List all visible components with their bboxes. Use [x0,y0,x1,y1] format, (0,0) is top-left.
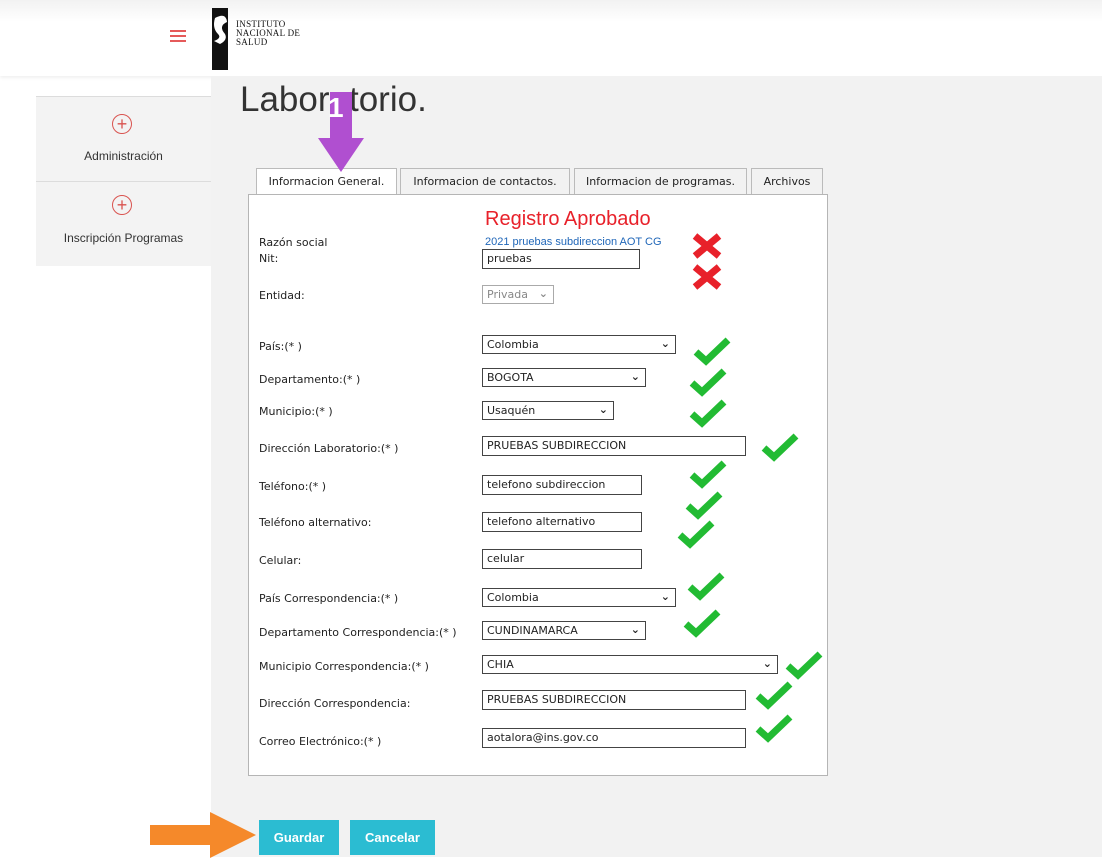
municipio-correspondencia-value: CHIA [487,658,514,671]
entidad-select: Privada ⌄ [482,285,554,304]
cancel-button[interactable]: Cancelar [350,820,435,855]
pais-label: País:(* ) [259,340,302,353]
nit-input[interactable]: pruebas [482,249,640,269]
pais-correspondencia-select[interactable]: Colombia ⌄ [482,588,676,607]
chevron-down-icon: ⌄ [598,403,608,416]
check-mark-icon [693,337,731,366]
check-mark-icon [785,651,823,680]
plus-circle-icon: + [112,195,132,215]
header-watermark [0,0,1102,22]
chevron-down-icon: ⌄ [538,287,548,300]
plus-circle-icon: + [112,114,132,134]
departamento-select[interactable]: BOGOTA ⌄ [482,368,646,387]
sidebar-item-inscripcion-programas[interactable]: + Inscripción Programas [36,182,211,266]
departamento-correspondencia-value: CUNDINAMARCA [487,624,578,637]
check-mark-icon [755,681,793,710]
pais-value: Colombia [487,338,539,351]
chevron-down-icon: ⌄ [762,657,772,670]
check-mark-icon [677,520,715,549]
check-mark-icon [761,433,799,462]
municipio-correspondencia-select[interactable]: CHIA ⌄ [482,655,778,674]
telefono-label: Teléfono:(* ) [259,480,327,493]
departamento-correspondencia-label: Departamento Correspondencia:(* ) [259,626,457,639]
logo-line-3: Salud [236,37,268,47]
departamento-correspondencia-select[interactable]: CUNDINAMARCA ⌄ [482,621,646,640]
municipio-label: Municipio:(* ) [259,405,333,418]
x-mark-icon [692,233,722,259]
tab-archivos[interactable]: Archivos [751,168,823,194]
logo-text: Instituto Nacional de Salud [236,20,300,47]
check-mark-icon [687,572,725,601]
tab-informacion-programas[interactable]: Informacion de programas. [574,168,747,194]
hamburger-menu-icon[interactable] [170,30,186,42]
direccion-laboratorio-input[interactable]: PRUEBAS SUBDIRECCION [482,436,746,456]
municipio-value: Usaquén [487,404,536,417]
entidad-label: Entidad: [259,289,305,302]
correo-electronico-label: Correo Electrónico:(* ) [259,735,382,748]
check-mark-icon [683,609,721,638]
razon-social-value: 2021 pruebas subdireccion AOT CG [485,236,662,248]
chevron-down-icon: ⌄ [630,623,640,636]
departamento-label: Departamento:(* ) [259,373,361,386]
celular-input[interactable]: celular [482,549,642,569]
sidebar: + Administración + Inscripción Programas [36,96,211,266]
correo-electronico-input[interactable]: aotalora@ins.gov.co [482,728,746,748]
chevron-down-icon: ⌄ [660,590,670,603]
direccion-correspondencia-input[interactable]: PRUEBAS SUBDIRECCION [482,690,746,710]
telefono-alternativo-label: Teléfono alternativo: [259,516,372,529]
entidad-value: Privada [487,288,528,301]
annotation-arrow-right-icon [150,812,256,858]
sidebar-item-label: Inscripción Programas [63,231,184,245]
check-mark-icon [689,368,727,397]
celular-label: Celular: [259,554,302,567]
annotation-step-number: 1 [328,92,344,123]
chevron-down-icon: ⌄ [630,370,640,383]
departamento-value: BOGOTA [487,371,534,384]
direccion-correspondencia-label: Dirección Correspondencia: [259,697,411,710]
check-mark-icon [689,460,727,489]
chevron-down-icon: ⌄ [660,337,670,350]
sidebar-item-label: Administración [84,149,163,163]
save-button[interactable]: Guardar [259,820,339,855]
check-mark-icon [689,399,727,428]
sidebar-item-administracion[interactable]: + Administración [36,97,211,181]
pais-select[interactable]: Colombia ⌄ [482,335,676,354]
pais-correspondencia-label: País Correspondencia:(* ) [259,592,399,605]
telefono-alternativo-input[interactable]: telefono alternativo [482,512,642,532]
pais-correspondencia-value: Colombia [487,591,539,604]
razon-social-label: Razón social [259,236,328,249]
x-mark-icon [692,264,722,290]
municipio-select[interactable]: Usaquén ⌄ [482,401,614,420]
tab-informacion-contactos[interactable]: Informacion de contactos. [400,168,570,194]
check-mark-icon [755,714,793,743]
registration-status: Registro Aprobado [485,208,651,230]
telefono-input[interactable]: telefono subdireccion [482,475,642,495]
check-mark-icon [685,491,723,520]
nit-label: Nit: [259,252,279,265]
municipio-correspondencia-label: Municipio Correspondencia:(* ) [259,660,429,673]
direccion-laboratorio-label: Dirección Laboratorio:(* ) [259,442,399,455]
